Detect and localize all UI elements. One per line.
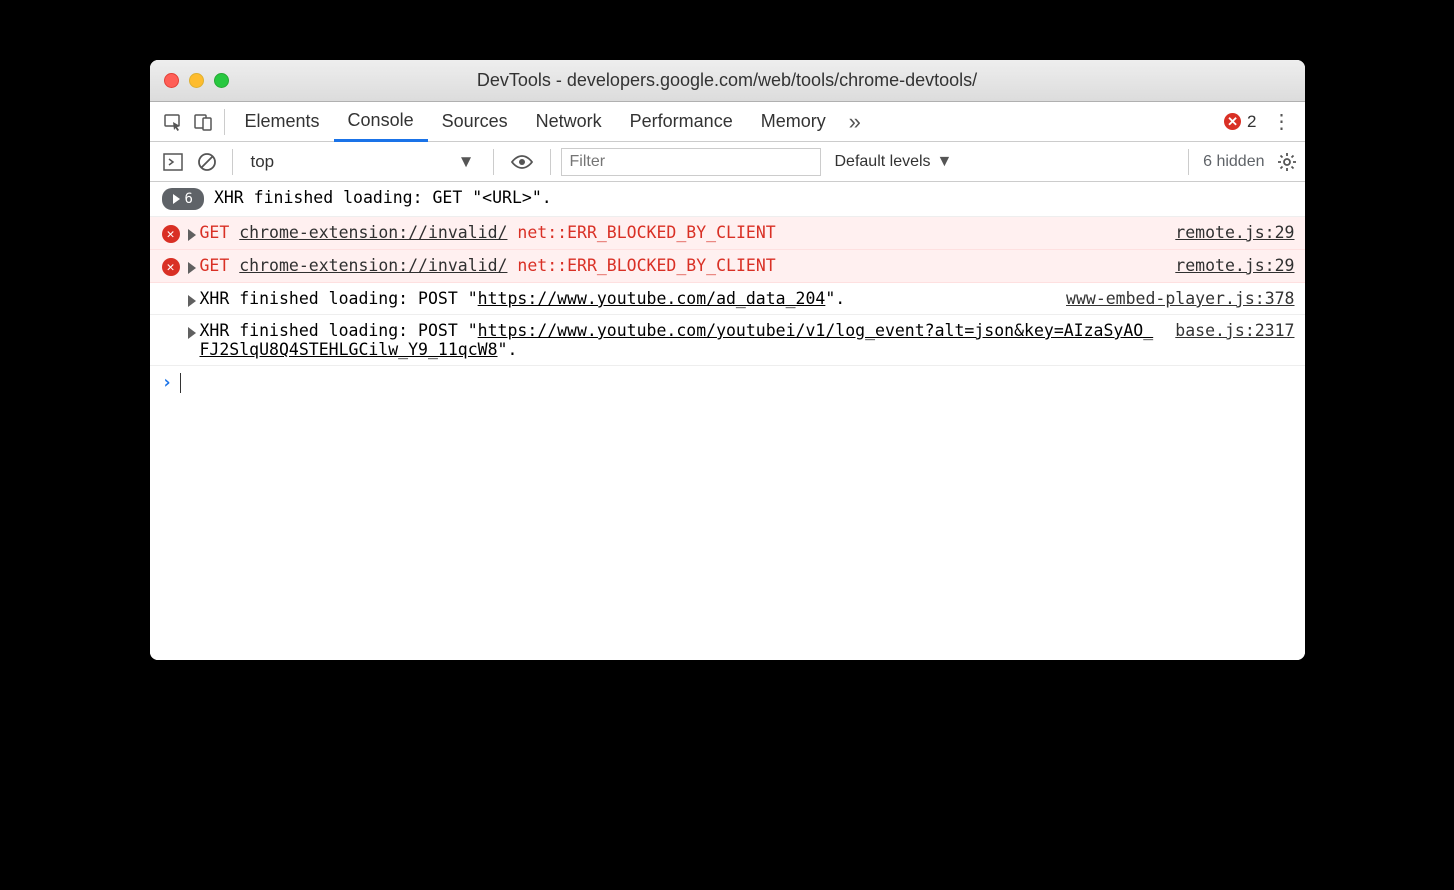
console-error-message[interactable]: ✕ GET chrome-extension://invalid/ net::E… [150, 217, 1305, 250]
hidden-messages-count[interactable]: 6 hidden [1203, 153, 1264, 171]
minimize-window-button[interactable] [189, 73, 204, 88]
error-count-badge[interactable]: ✕ 2 [1224, 112, 1256, 132]
more-options-icon[interactable]: ⋮ [1267, 107, 1297, 137]
window-title: DevTools - developers.google.com/web/too… [164, 70, 1291, 91]
error-icon: ✕ [1224, 113, 1241, 130]
message-text: XHR finished loading: POST "https://www.… [200, 289, 1051, 308]
resource-url[interactable]: chrome-extension://invalid/ [239, 256, 507, 275]
tab-sources[interactable]: Sources [428, 102, 522, 142]
inspect-element-icon[interactable] [158, 107, 188, 137]
log-levels-selector[interactable]: Default levels ▼ [835, 153, 953, 171]
input-cursor [180, 373, 181, 393]
devtools-window: DevTools - developers.google.com/web/too… [150, 60, 1305, 660]
tab-memory[interactable]: Memory [747, 102, 840, 142]
message-group-count[interactable]: 6 [162, 188, 204, 210]
console-prompt[interactable]: › [150, 366, 1305, 399]
resource-url[interactable]: chrome-extension://invalid/ [239, 223, 507, 242]
source-link[interactable]: www-embed-player.js:378 [1066, 289, 1294, 308]
console-error-message[interactable]: ✕ GET chrome-extension://invalid/ net::E… [150, 250, 1305, 283]
tab-console[interactable]: Console [334, 102, 428, 142]
chevron-down-icon: ▼ [458, 152, 475, 172]
message-text: XHR finished loading: GET "<URL>". [214, 188, 1295, 207]
message-text: GET chrome-extension://invalid/ net::ERR… [200, 223, 1160, 242]
main-tabs-row: Elements Console Sources Network Perform… [150, 102, 1305, 142]
zoom-window-button[interactable] [214, 73, 229, 88]
context-selector[interactable]: top ▼ [243, 150, 483, 174]
log-levels-label: Default levels [835, 153, 931, 171]
chevron-down-icon: ▼ [937, 153, 953, 171]
console-settings-icon[interactable] [1277, 152, 1297, 172]
console-toolbar: top ▼ Default levels ▼ 6 hidden [150, 142, 1305, 182]
console-message[interactable]: XHR finished loading: POST "https://www.… [150, 315, 1305, 366]
source-link[interactable]: remote.js:29 [1175, 223, 1294, 242]
message-text: GET chrome-extension://invalid/ net::ERR… [200, 256, 1160, 275]
expand-icon[interactable] [188, 295, 196, 307]
more-tabs-icon[interactable]: » [840, 107, 870, 137]
tab-performance[interactable]: Performance [616, 102, 747, 142]
error-icon: ✕ [162, 258, 180, 276]
console-message[interactable]: 6 XHR finished loading: GET "<URL>". [150, 182, 1305, 217]
tab-elements[interactable]: Elements [231, 102, 334, 142]
resource-url[interactable]: https://www.youtube.com/ad_data_204 [478, 289, 826, 308]
error-icon: ✕ [162, 225, 180, 243]
traffic-lights [164, 73, 229, 88]
console-body: 6 XHR finished loading: GET "<URL>". ✕ G… [150, 182, 1305, 660]
filter-input[interactable] [561, 148, 821, 176]
expand-icon[interactable] [188, 229, 196, 241]
prompt-arrow-icon: › [162, 372, 173, 393]
tab-network[interactable]: Network [522, 102, 616, 142]
expand-icon[interactable] [188, 262, 196, 274]
context-value: top [251, 152, 275, 172]
close-window-button[interactable] [164, 73, 179, 88]
live-expression-icon[interactable] [504, 154, 540, 170]
message-text: XHR finished loading: POST "https://www.… [200, 321, 1160, 359]
clear-console-icon[interactable] [192, 147, 222, 177]
error-count: 2 [1247, 112, 1256, 132]
show-console-sidebar-icon[interactable] [158, 147, 188, 177]
expand-icon[interactable] [188, 327, 196, 339]
source-link[interactable]: base.js:2317 [1175, 321, 1294, 340]
console-message[interactable]: XHR finished loading: POST "https://www.… [150, 283, 1305, 315]
source-link[interactable]: remote.js:29 [1175, 256, 1294, 275]
device-toolbar-icon[interactable] [188, 107, 218, 137]
expand-icon [173, 194, 180, 204]
titlebar: DevTools - developers.google.com/web/too… [150, 60, 1305, 102]
